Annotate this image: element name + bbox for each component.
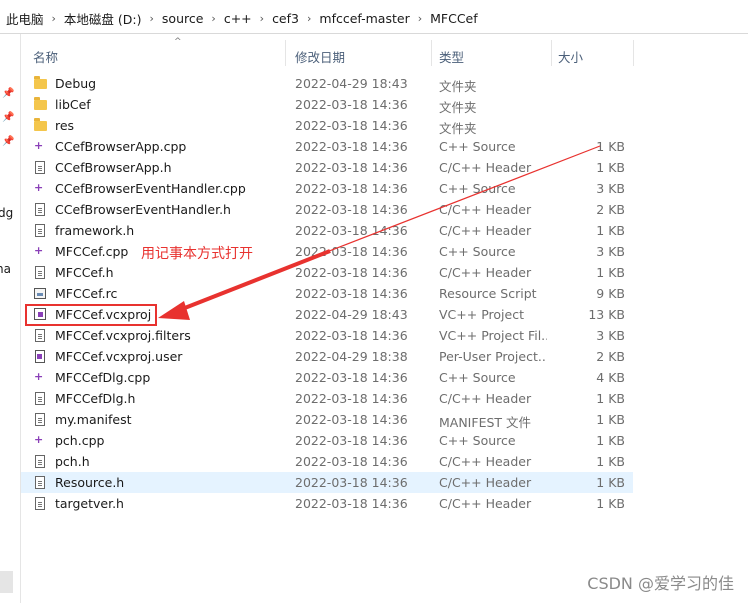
watermark: CSDN @爱学习的佳 bbox=[587, 574, 734, 593]
annotation-highlight-box bbox=[25, 304, 157, 326]
annotation-arrow-head bbox=[158, 301, 190, 320]
annotation-arrow bbox=[158, 145, 601, 320]
annotation-label: 用记事本方式打开 bbox=[141, 246, 253, 262]
